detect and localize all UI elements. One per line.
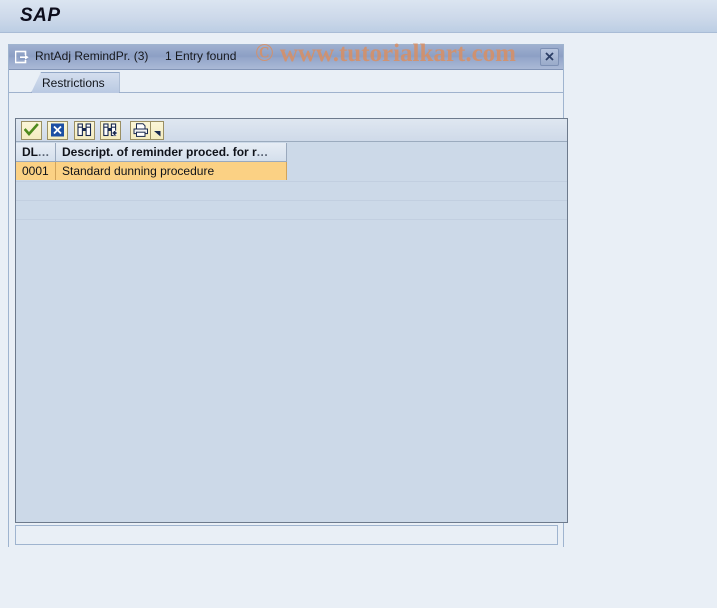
table-row[interactable]: 0001 Standard dunning procedure (16, 162, 287, 182)
close-button[interactable] (540, 48, 559, 66)
sap-header-bar: SAP (0, 0, 717, 33)
cell-description[interactable]: Standard dunning procedure (56, 162, 287, 180)
tab-strip: Restrictions (9, 70, 563, 93)
tab-restrictions[interactable]: Restrictions (31, 72, 120, 93)
sap-logo: SAP (20, 5, 61, 26)
print-button[interactable] (130, 121, 151, 140)
selection-list-panel: DL... Descript. of reminder proced. for … (15, 118, 568, 523)
dialog-footer (15, 525, 558, 545)
column-header-dl-label: DL (22, 145, 38, 159)
printer-icon (133, 123, 148, 137)
sap-application-window: SAP RntAdj RemindPr. (3) 1 Entry found R… (0, 0, 717, 608)
grid-rule (16, 200, 567, 201)
cancel-button[interactable] (47, 121, 68, 140)
list-toolbar (16, 119, 567, 142)
binoculars-icon (77, 123, 92, 137)
column-header-dl[interactable]: DL... (16, 143, 56, 162)
dialog-title: RntAdj RemindPr. (3) (35, 49, 149, 63)
open-selection-icon (14, 50, 31, 64)
find-button[interactable] (74, 121, 95, 140)
column-header-description-label: Descript. of reminder proced. for r (62, 145, 257, 159)
binoculars-plus-icon (103, 123, 117, 137)
column-header-description[interactable]: Descript. of reminder proced. for r... (56, 143, 287, 162)
print-menu-button[interactable] (151, 121, 164, 140)
find-next-button[interactable] (100, 121, 121, 140)
continue-button[interactable] (21, 121, 42, 140)
column-header-dl-ellipsis: ... (38, 145, 50, 159)
grid-rule (16, 219, 567, 220)
dialog-entry-count: 1 Entry found (165, 49, 237, 63)
cancel-x-icon (51, 123, 64, 137)
check-icon (24, 123, 39, 136)
dialog-title-bar[interactable]: RntAdj RemindPr. (3) 1 Entry found (9, 45, 563, 70)
value-help-dialog: RntAdj RemindPr. (3) 1 Entry found Restr… (8, 44, 568, 547)
grid-header-row: DL... Descript. of reminder proced. for … (16, 143, 287, 162)
grid-rule (16, 181, 567, 182)
close-icon (545, 52, 554, 61)
triangle-down-icon (153, 131, 160, 137)
column-header-description-ellipsis: ... (256, 145, 269, 159)
cell-dunning-key[interactable]: 0001 (16, 162, 56, 180)
